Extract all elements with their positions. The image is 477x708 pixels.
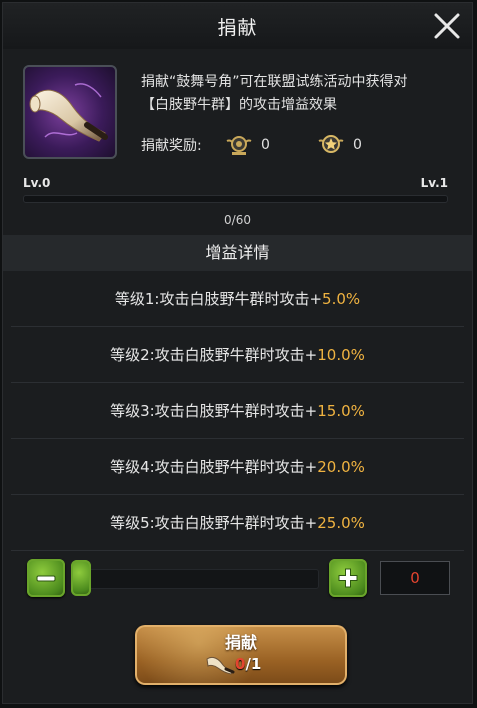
bonus-row-4: 等级4:攻击白肢野牛群时攻击+ 20.0%: [11, 439, 464, 495]
horn-icon: [206, 656, 235, 675]
bonus-text: 等级4:攻击白肢野牛群时攻击+: [110, 458, 318, 476]
increase-button[interactable]: [329, 559, 367, 597]
close-icon: [434, 13, 460, 39]
minus-icon: [36, 575, 56, 582]
donate-cost: 0/1: [205, 653, 261, 675]
donate-reward-row: 捐献奖励: 0 0: [141, 133, 409, 157]
level-next-label: Lv.1: [420, 176, 448, 190]
close-button[interactable]: [432, 11, 462, 41]
bonus-value: 20.0%: [317, 457, 365, 476]
reward-value-2: 0: [353, 137, 362, 153]
alliance-medal-icon: [226, 136, 252, 155]
decrease-button[interactable]: [27, 559, 65, 597]
title-bar: 捐献: [3, 3, 472, 49]
star-medal-icon: [318, 135, 344, 153]
donate-button[interactable]: 捐献 0/1: [135, 625, 347, 685]
level-current-label: Lv.0: [23, 176, 51, 190]
bonus-value: 25.0%: [317, 513, 365, 532]
bonus-section-header: 增益详情: [3, 235, 472, 271]
plus-icon: [338, 568, 358, 588]
description-line-2: 【白肢野牛群】的攻击增益效果: [141, 97, 337, 113]
reward-value-1: 0: [261, 137, 270, 153]
donate-dialog: 捐献 捐献“鼓舞号角”可在联盟试练活动中获得对 【白肢野牛群】的攻击增益效果 捐…: [2, 2, 473, 704]
cost-required: 1: [250, 655, 262, 673]
bonus-row-3: 等级3:攻击白肢野牛群时攻击+ 15.0%: [11, 383, 464, 439]
bonus-text: 等级1:攻击白肢野牛群时攻击+: [114, 290, 323, 308]
war-horn-icon: [23, 65, 117, 159]
description-line-1: 捐献“鼓舞号角”可在联盟试练活动中获得对: [141, 74, 408, 90]
bonus-value: 5.0%: [322, 289, 361, 308]
bonus-text: 等级5:攻击白肢野牛群时攻击+: [110, 514, 318, 532]
bonus-text: 等级3:攻击白肢野牛群时攻击+: [110, 402, 318, 420]
item-description: 捐献“鼓舞号角”可在联盟试练活动中获得对 【白肢野牛群】的攻击增益效果: [141, 71, 461, 117]
dialog-title: 捐献: [217, 17, 258, 39]
bonus-row-2: 等级2:攻击白肢野牛群时攻击+ 10.0%: [11, 327, 464, 383]
level-progress-bar: [23, 195, 448, 203]
reward-label: 捐献奖励:: [141, 138, 202, 154]
bonus-value: 15.0%: [317, 401, 365, 420]
quantity-input[interactable]: 0: [380, 561, 450, 595]
level-progress-text: 0/60: [224, 213, 251, 227]
bonus-row-5: 等级5:攻击白肢野牛群时攻击+ 25.0%: [11, 495, 464, 551]
quantity-slider-handle[interactable]: [71, 560, 91, 596]
donate-button-label: 捐献: [224, 633, 257, 652]
bonus-text: 等级2:攻击白肢野牛群时攻击+: [110, 346, 318, 364]
bonus-list: 等级1:攻击白肢野牛群时攻击+ 5.0% 等级2:攻击白肢野牛群时攻击+ 10.0%…: [11, 271, 464, 551]
bonus-row-1: 等级1:攻击白肢野牛群时攻击+ 5.0%: [11, 271, 464, 327]
bonus-value: 10.0%: [317, 345, 365, 364]
quantity-slider[interactable]: [71, 569, 319, 589]
cost-owned: 0: [235, 655, 246, 673]
